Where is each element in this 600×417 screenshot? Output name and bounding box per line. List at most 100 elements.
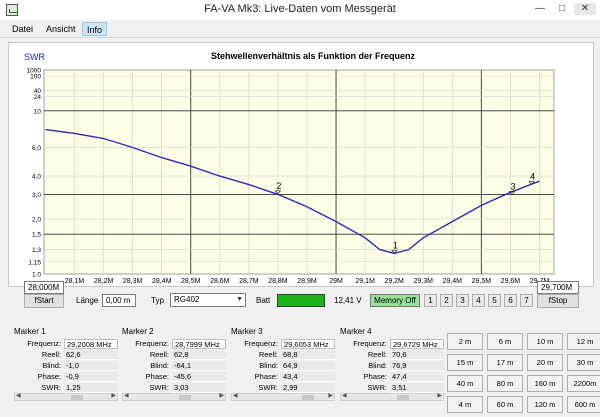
band-button[interactable]: 160 m [527, 375, 563, 392]
y-tick-label: 100 [30, 74, 41, 81]
marker-scrollbar[interactable]: ◀ ▶ [340, 393, 444, 401]
marker-field-value[interactable]: 29,6053 MHz [281, 339, 335, 349]
marker-field-label: SWR: [367, 383, 387, 392]
scroll-right-icon[interactable]: ▶ [328, 392, 333, 399]
minimize-button[interactable]: — [533, 3, 547, 15]
maximize-button[interactable]: □ [555, 3, 569, 15]
window-title: FA-VA Mk3: Live-Daten vom Messgerät [204, 3, 396, 15]
menu-ansicht[interactable]: Ansicht [42, 22, 80, 36]
marker-field-value: 76,9 [390, 361, 444, 371]
marker-row: Phase: 43,4 [231, 372, 335, 382]
menu-datei[interactable]: Datei [8, 22, 37, 36]
marker-row: SWR: 3,03 [122, 383, 226, 393]
marker-title: Marker 2 [122, 327, 154, 336]
laenge-input[interactable]: 0,00 m [102, 294, 136, 307]
scroll-left-icon[interactable]: ◀ [233, 392, 238, 399]
band-button[interactable]: 12 m [567, 333, 600, 350]
y-tick-label: 3,0 [32, 192, 41, 199]
y-tick-label: 2,0 [32, 216, 41, 223]
marker-field-value: -1,0 [64, 361, 118, 371]
band-button[interactable]: 15 m [447, 354, 483, 371]
marker-scrollbar[interactable]: ◀ ▶ [231, 393, 335, 401]
memory-slot-button[interactable]: 5 [488, 294, 501, 307]
fstop-button[interactable]: fStop [537, 294, 579, 308]
memory-slot-button[interactable]: 4 [472, 294, 485, 307]
marker-row: Reell: 68,8 [231, 350, 335, 360]
band-button[interactable]: 600 m [567, 396, 600, 413]
scroll-right-icon[interactable]: ▶ [111, 392, 116, 399]
band-button[interactable]: 120 m [527, 396, 563, 413]
fstart-button[interactable]: fStart [24, 294, 64, 308]
x-tick-label: 29,3M [413, 278, 433, 285]
marker-title: Marker 3 [231, 327, 263, 336]
close-button[interactable]: ✕ [574, 3, 596, 15]
scroll-thumb[interactable] [71, 395, 83, 400]
chart-title: Stehwellenverhältnis als Funktion der Fr… [211, 51, 416, 61]
band-button[interactable]: 10 m [527, 333, 563, 350]
plot-area [43, 69, 555, 275]
fstop-value[interactable]: 29,700M [537, 281, 579, 294]
scroll-thumb[interactable] [397, 395, 409, 400]
marker-field-value: 68,8 [281, 350, 335, 360]
fstart-value[interactable]: 28,000M [24, 281, 64, 294]
marker-field-value: 47,4 [390, 372, 444, 382]
x-tick-label: 28,2M [94, 278, 114, 285]
scroll-left-icon[interactable]: ◀ [342, 392, 347, 399]
marker-row: Frequenz: 29,2008 MHz [14, 339, 118, 349]
scroll-right-icon[interactable]: ▶ [219, 392, 224, 399]
marker-field-label: SWR: [149, 383, 169, 392]
scroll-thumb[interactable] [179, 395, 191, 400]
marker-field-value: 70,6 [390, 350, 444, 360]
marker-field-value[interactable]: 28,7999 MHz [172, 339, 226, 349]
marker-field-label: Blind: [42, 361, 61, 370]
menu-info[interactable]: Info [82, 22, 108, 36]
memory-slot-button[interactable]: 6 [504, 294, 517, 307]
band-button[interactable]: 40 m [447, 375, 483, 392]
y-tick-label: 24 [34, 94, 42, 101]
memory-slot-button[interactable]: 7 [520, 294, 533, 307]
memory-slot-button[interactable]: 3 [456, 294, 469, 307]
marker-field-value[interactable]: 29,2008 MHz [64, 339, 118, 349]
band-button[interactable]: 2200m [567, 375, 600, 392]
scroll-left-icon[interactable]: ◀ [124, 392, 129, 399]
marker-row: Blind: 76,9 [340, 361, 444, 371]
marker-row: SWR: 2,99 [231, 383, 335, 393]
band-button[interactable]: 20 m [527, 354, 563, 371]
marker-row: Phase: -45,6 [122, 372, 226, 382]
marker-field-label: Blind: [368, 361, 387, 370]
laenge-label: Länge [76, 296, 99, 305]
marker-field-label: Blind: [259, 361, 278, 370]
y-tick-label: 6,0 [32, 145, 41, 152]
marker-field-label: Blind: [150, 361, 169, 370]
x-tick-label: 28,6M [210, 278, 230, 285]
typ-select[interactable]: RG402 ▼ [170, 293, 246, 307]
band-button[interactable]: 6 m [487, 333, 523, 350]
scroll-left-icon[interactable]: ◀ [16, 392, 21, 399]
y-tick-label: 4,0 [32, 174, 41, 181]
band-button[interactable]: 30 m [567, 354, 600, 371]
marker-row: Phase: 47,4 [340, 372, 444, 382]
x-tick-label: 28,7M [239, 278, 259, 285]
marker-field-label: Reell: [41, 350, 61, 359]
x-tick-label: 29,4M [443, 278, 463, 285]
band-button[interactable]: 17 m [487, 354, 523, 371]
memory-off-button[interactable]: Memory Off [370, 294, 420, 307]
marker-scrollbar[interactable]: ◀ ▶ [122, 393, 226, 401]
band-button[interactable]: 60 m [487, 396, 523, 413]
marker-title: Marker 4 [340, 327, 372, 336]
marker-scrollbar[interactable]: ◀ ▶ [14, 393, 118, 401]
marker-field-label: Reell: [258, 350, 278, 359]
x-tick-label: 29,5M [472, 278, 492, 285]
band-button[interactable]: 80 m [487, 375, 523, 392]
marker-field-value: 43,4 [281, 372, 335, 382]
scroll-right-icon[interactable]: ▶ [437, 392, 442, 399]
marker-field-value[interactable]: 29,6729 MHz [390, 339, 444, 349]
marker-field-label: Phase: [363, 372, 387, 381]
y-tick-label: 10 [34, 108, 42, 115]
voltage-readout: 12,41 V [334, 296, 362, 305]
band-button[interactable]: 4 m [447, 396, 483, 413]
scroll-thumb[interactable] [302, 395, 314, 400]
memory-slot-button[interactable]: 2 [440, 294, 453, 307]
memory-slot-button[interactable]: 1 [424, 294, 437, 307]
band-button[interactable]: 2 m [447, 333, 483, 350]
